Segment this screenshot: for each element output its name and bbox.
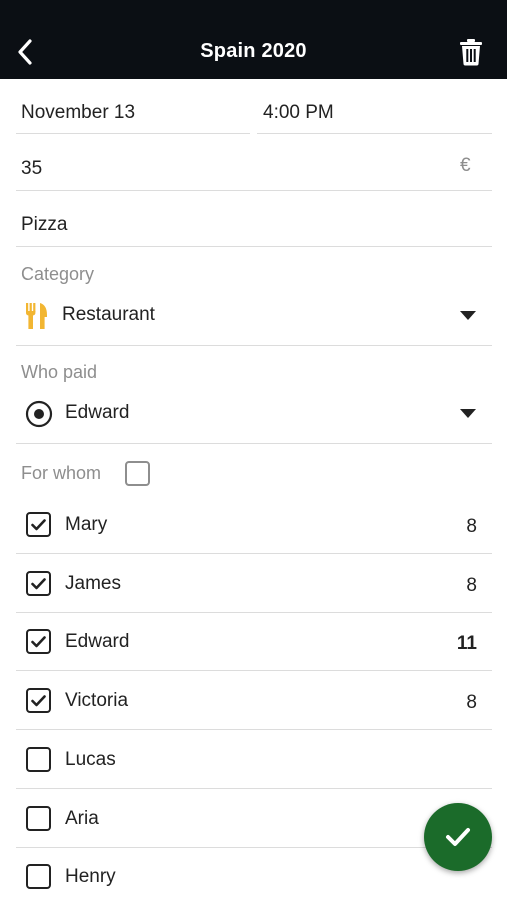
row-divider: [16, 788, 492, 789]
who-paid-underline: [16, 443, 492, 444]
checkmark-icon: [31, 577, 46, 589]
top-bar: Spain 2020: [0, 0, 507, 79]
who-paid-label: Who paid: [21, 362, 98, 382]
participant-amount: 8: [466, 575, 477, 596]
time-field[interactable]: 4:00 PM: [263, 102, 334, 124]
category-label: Category: [21, 264, 95, 284]
participant-name: Edward: [65, 631, 130, 652]
description-underline: [16, 246, 492, 247]
participant-amount: 11: [456, 633, 477, 654]
checkbox-checked[interactable]: [26, 512, 51, 537]
for-whom-label: For whom: [21, 463, 102, 483]
date-field[interactable]: November 13: [21, 102, 135, 124]
row-divider: [16, 553, 492, 554]
caret-down-icon: [460, 311, 476, 320]
participant-name: Mary: [65, 514, 108, 535]
category-value: Restaurant: [62, 304, 155, 325]
checkbox-checked[interactable]: [26, 688, 51, 713]
confirm-button[interactable]: [424, 803, 492, 871]
checkmark-icon: [446, 828, 470, 846]
description-field[interactable]: Pizza: [21, 214, 67, 236]
participant-name: Henry: [65, 866, 116, 887]
fork-knife-icon: [26, 303, 47, 329]
participant-row[interactable]: Aria: [16, 790, 492, 848]
participant-amount: 8: [466, 692, 477, 713]
checkbox-unchecked[interactable]: [26, 747, 51, 772]
participant-row[interactable]: Victoria 8: [16, 672, 492, 730]
participant-name: Lucas: [65, 749, 116, 770]
checkmark-icon: [31, 635, 46, 647]
checkmark-icon: [31, 694, 46, 706]
participant-row[interactable]: Mary 8: [16, 496, 492, 554]
radio-selected-icon: [25, 400, 53, 428]
checkbox-unchecked[interactable]: [26, 864, 51, 889]
participant-amount: 8: [466, 516, 477, 537]
caret-down-icon: [460, 409, 476, 418]
checkbox-checked[interactable]: [26, 571, 51, 596]
who-paid-value: Edward: [65, 402, 130, 423]
category-select[interactable]: Restaurant: [16, 292, 492, 342]
who-paid-select[interactable]: Edward: [16, 390, 492, 440]
participant-row[interactable]: James 8: [16, 555, 492, 613]
participant-row[interactable]: Henry: [16, 848, 492, 900]
amount-field[interactable]: 35: [21, 158, 42, 180]
page-title: Spain 2020: [200, 40, 307, 62]
time-underline: [257, 133, 492, 134]
checkmark-icon: [31, 518, 46, 530]
row-divider: [16, 729, 492, 730]
participant-row[interactable]: Edward 11: [16, 613, 492, 671]
date-underline: [16, 133, 250, 134]
checkbox-checked[interactable]: [26, 629, 51, 654]
select-all-checkbox[interactable]: [125, 461, 150, 486]
row-divider: [16, 670, 492, 671]
amount-underline: [16, 190, 492, 191]
category-underline: [16, 345, 492, 346]
currency-symbol: €: [460, 155, 471, 176]
participant-name: James: [65, 573, 121, 594]
trash-icon: [460, 39, 482, 66]
delete-button[interactable]: [455, 36, 487, 68]
participant-name: Victoria: [65, 690, 129, 711]
checkbox-unchecked[interactable]: [26, 806, 51, 831]
participant-row[interactable]: Lucas: [16, 731, 492, 789]
participant-name: Aria: [65, 808, 99, 829]
